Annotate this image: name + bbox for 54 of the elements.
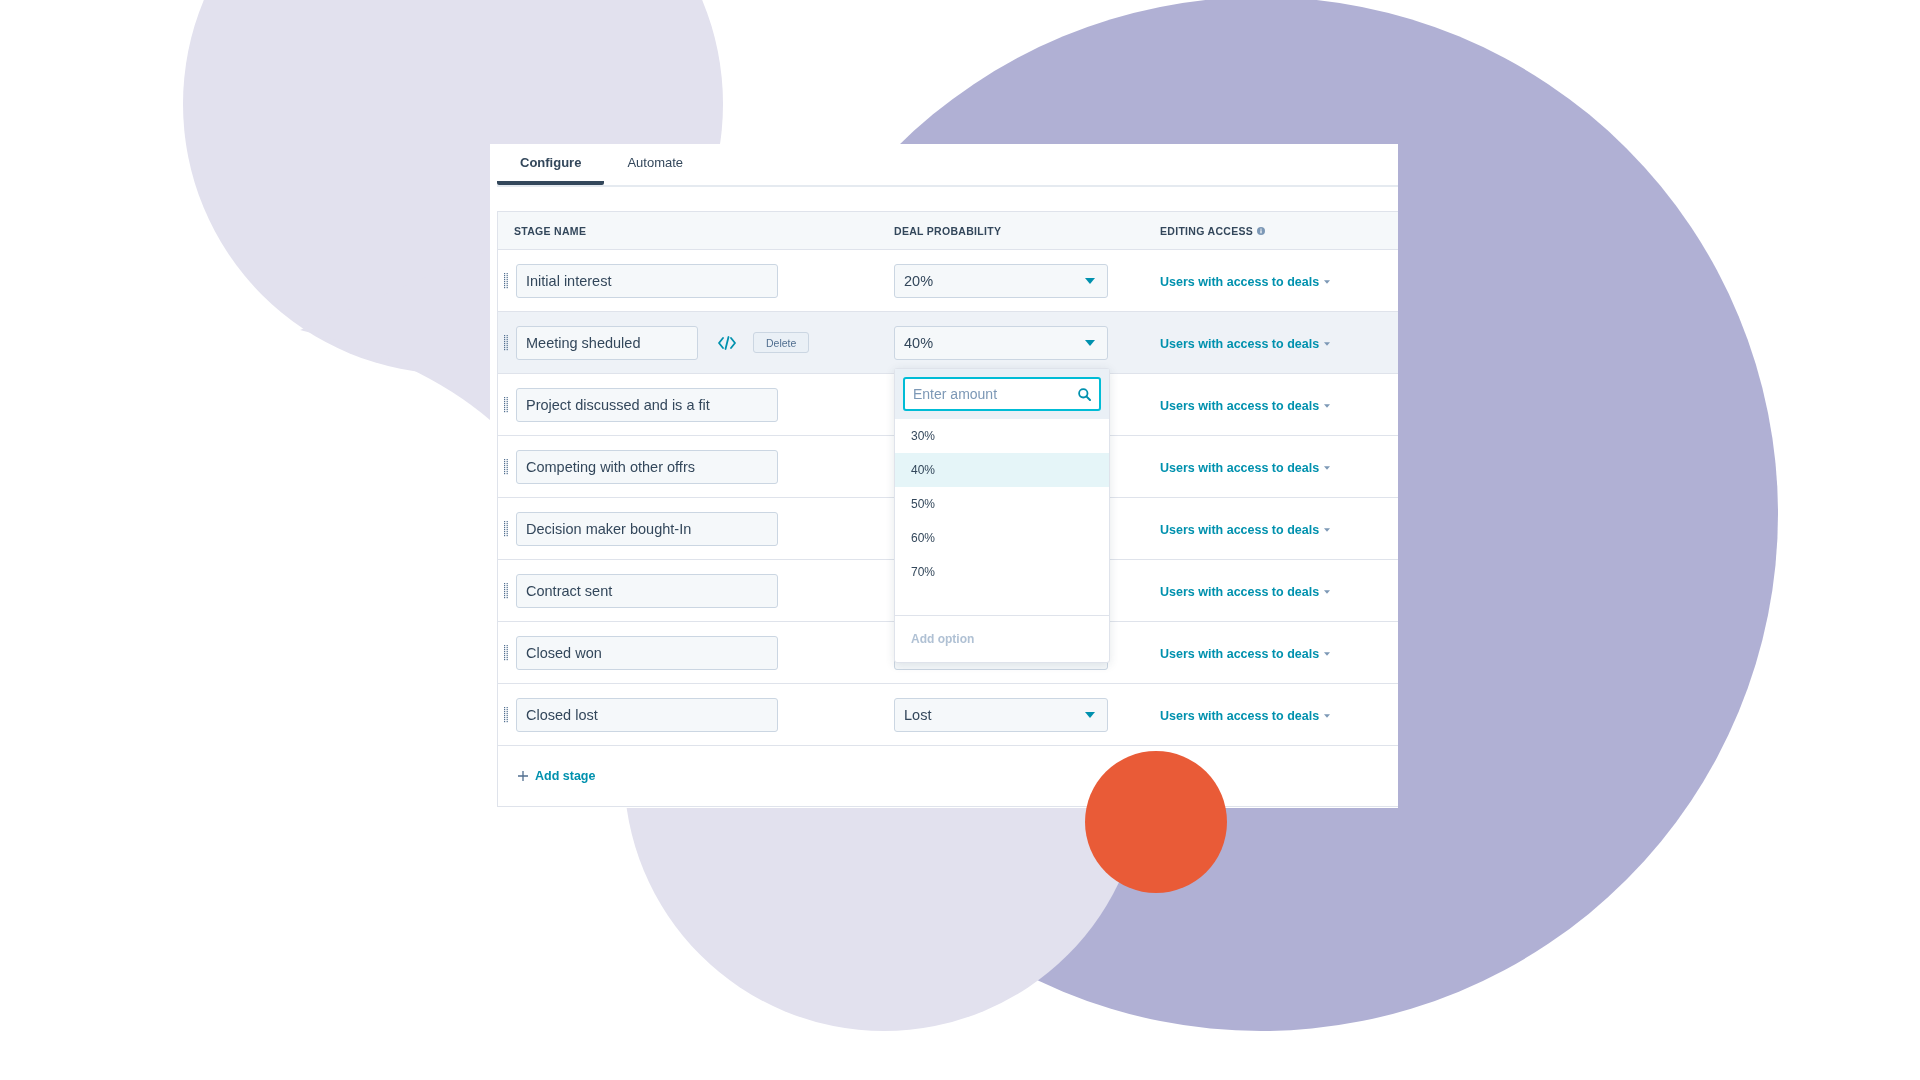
column-header: DEAL PROBABILITY [894, 224, 1002, 237]
tab[interactable]: Configure [497, 144, 605, 185]
stage-name-field[interactable]: Contract sent [516, 573, 778, 608]
editing-access-link[interactable]: Users with access to deals [1160, 646, 1331, 661]
stage-name-field[interactable]: Project discussed and is a fit [516, 387, 778, 422]
stage-name-field[interactable]: Meeting sheduled [516, 325, 698, 360]
info-icon [1257, 226, 1266, 235]
drag-handle-icon[interactable] [504, 396, 508, 413]
drag-handle-icon[interactable] [504, 458, 508, 475]
tab[interactable]: Automate [604, 144, 707, 185]
probability-select[interactable]: Lost [894, 697, 1108, 732]
dropdown-option[interactable]: 50% [895, 486, 1109, 521]
caret-icon [1324, 589, 1331, 594]
search-icon [1078, 387, 1091, 401]
caret-icon [1324, 713, 1331, 718]
editing-access-link[interactable]: Users with access to deals [1160, 708, 1331, 723]
column-header: STAGE NAME [514, 224, 587, 237]
editing-access-link[interactable]: Users with access to deals [1160, 274, 1331, 289]
dropdown-option[interactable]: 70% [895, 554, 1109, 589]
caret-icon [1085, 339, 1095, 346]
code-icon[interactable] [718, 335, 736, 350]
caret-icon [1324, 279, 1331, 284]
caret-icon [1324, 341, 1331, 346]
drag-handle-icon[interactable] [504, 272, 508, 289]
caret-icon [1085, 277, 1095, 284]
stage-name-field[interactable]: Closed won [516, 635, 778, 670]
plus-icon [518, 771, 528, 781]
drag-handle-icon[interactable] [504, 582, 508, 599]
dropdown-option[interactable]: 30% [895, 418, 1109, 453]
drag-handle-icon[interactable] [504, 644, 508, 661]
stage-name-field[interactable]: Initial interest [516, 263, 778, 298]
caret-icon [1085, 711, 1095, 718]
editing-access-link[interactable]: Users with access to deals [1160, 398, 1331, 413]
caret-icon [1324, 651, 1331, 656]
search-field[interactable]: Enter amount [903, 376, 1101, 411]
probability-select[interactable]: 20% [894, 263, 1108, 298]
add-stage-link[interactable]: Add stage [518, 769, 596, 783]
delete-button[interactable]: Delete [753, 332, 810, 353]
stage-name-field[interactable]: Closed lost [516, 697, 778, 732]
dropdown-option[interactable]: 40% [895, 452, 1109, 487]
drag-handle-icon[interactable] [504, 520, 508, 537]
drag-handle-icon[interactable] [504, 706, 508, 723]
stage-name-field[interactable]: Decision maker bought-In [516, 511, 778, 546]
editing-access-link[interactable]: Users with access to deals [1160, 522, 1331, 537]
column-header: EDITING ACCESS [1160, 224, 1254, 237]
stage-name-field[interactable]: Competing with other offrs [516, 449, 778, 484]
editing-access-link[interactable]: Users with access to deals [1160, 460, 1331, 475]
caret-icon [1324, 527, 1331, 532]
editing-access-link[interactable]: Users with access to deals [1160, 584, 1331, 599]
drag-handle-icon[interactable] [504, 334, 508, 351]
probability-select[interactable]: 40% [894, 325, 1108, 360]
dropdown-option[interactable]: 60% [895, 520, 1109, 555]
caret-icon [1324, 403, 1331, 408]
caret-icon [1324, 465, 1331, 470]
